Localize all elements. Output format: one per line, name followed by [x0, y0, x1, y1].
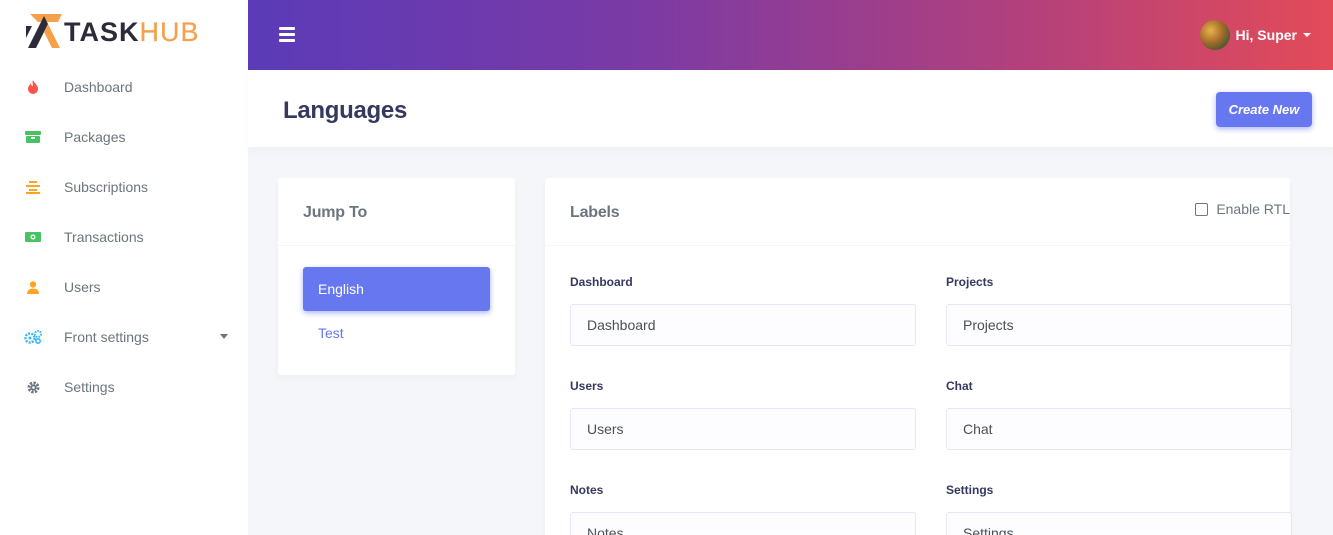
- gear-icon: [24, 378, 42, 396]
- labels-title: Labels: [570, 204, 620, 221]
- user-menu[interactable]: Hi, Super: [1199, 20, 1311, 50]
- caret-down-icon: [1303, 33, 1311, 37]
- box-icon: [24, 128, 42, 146]
- user-icon: [24, 278, 42, 296]
- user-greeting: Hi, Super: [1235, 27, 1297, 43]
- card-header: Labels Enable RTL: [545, 178, 1290, 246]
- brand-hub-text: HUB: [139, 16, 200, 47]
- card-header: Jump To: [278, 178, 515, 246]
- sidebar-item-users[interactable]: Users: [0, 262, 248, 312]
- sidebar-item-transactions[interactable]: Transactions: [0, 212, 248, 262]
- field-label-chat: Chat: [946, 379, 973, 393]
- sidebar-item-subscriptions[interactable]: Subscriptions: [0, 162, 248, 212]
- settings-input[interactable]: Settings: [946, 512, 1292, 535]
- language-item-test[interactable]: Test: [303, 311, 490, 355]
- labels-card: Labels Enable RTL Dashboard Dashboard Pr…: [545, 178, 1292, 535]
- sidebar-item-label: Subscriptions: [64, 179, 149, 195]
- field-label-dashboard: Dashboard: [570, 275, 633, 289]
- field-label-notes: Notes: [570, 483, 604, 497]
- sidebar-item-front-settings[interactable]: Front settings: [0, 312, 248, 362]
- dashboard-input[interactable]: Dashboard: [570, 304, 916, 346]
- sidebar-item-label: Front settings: [64, 329, 149, 345]
- topbar: Hi, Super: [248, 0, 1333, 70]
- sidebar-item-label: Users: [64, 279, 101, 295]
- sidebar-item-packages[interactable]: Packages: [0, 112, 248, 162]
- sidebar-item-label: Packages: [64, 129, 126, 145]
- users-input[interactable]: Users: [570, 408, 916, 450]
- list-icon: [24, 178, 42, 196]
- page-title: Languages: [283, 97, 407, 124]
- sidebar-item-label: Transactions: [64, 229, 144, 245]
- sidebar-item-label: Dashboard: [64, 79, 133, 95]
- chevron-down-icon: [220, 334, 228, 339]
- field-label-projects: Projects: [946, 275, 994, 289]
- projects-input[interactable]: Projects: [946, 304, 1292, 346]
- fire-icon: [24, 78, 42, 96]
- rtl-checkbox[interactable]: [1195, 202, 1209, 216]
- enable-rtl-toggle[interactable]: Enable RTL: [1195, 201, 1290, 217]
- brand-task-text: TASK: [64, 16, 140, 47]
- notes-input[interactable]: Notes: [570, 512, 916, 535]
- field-label-users: Users: [570, 379, 604, 393]
- rtl-checkbox-label: Enable RTL: [1216, 201, 1290, 217]
- jump-to-title: Jump To: [303, 204, 368, 221]
- sidebar: TASK HUB Dashboard Packages Subscriptions…: [0, 0, 248, 535]
- hamburger-menu-icon[interactable]: [279, 27, 295, 43]
- section-header: Languages Create New: [248, 70, 1333, 147]
- chat-input[interactable]: Chat: [946, 408, 1292, 450]
- avatar: [1199, 20, 1230, 50]
- brand-logo[interactable]: TASK HUB: [22, 12, 200, 52]
- taskhub-logo-icon: [26, 14, 62, 48]
- sidebar-menu: Dashboard Packages Subscriptions Transac…: [0, 62, 248, 412]
- field-label-settings: Settings: [946, 483, 994, 497]
- cogs-icon: [24, 328, 42, 346]
- jump-to-card: Jump To English Test: [278, 178, 515, 375]
- money-icon: [24, 228, 42, 246]
- sidebar-item-label: Settings: [64, 379, 115, 395]
- sidebar-item-dashboard[interactable]: Dashboard: [0, 62, 248, 112]
- sidebar-item-settings[interactable]: Settings: [0, 362, 248, 412]
- create-new-button[interactable]: Create New: [1216, 92, 1312, 127]
- language-item-english[interactable]: English: [303, 267, 490, 311]
